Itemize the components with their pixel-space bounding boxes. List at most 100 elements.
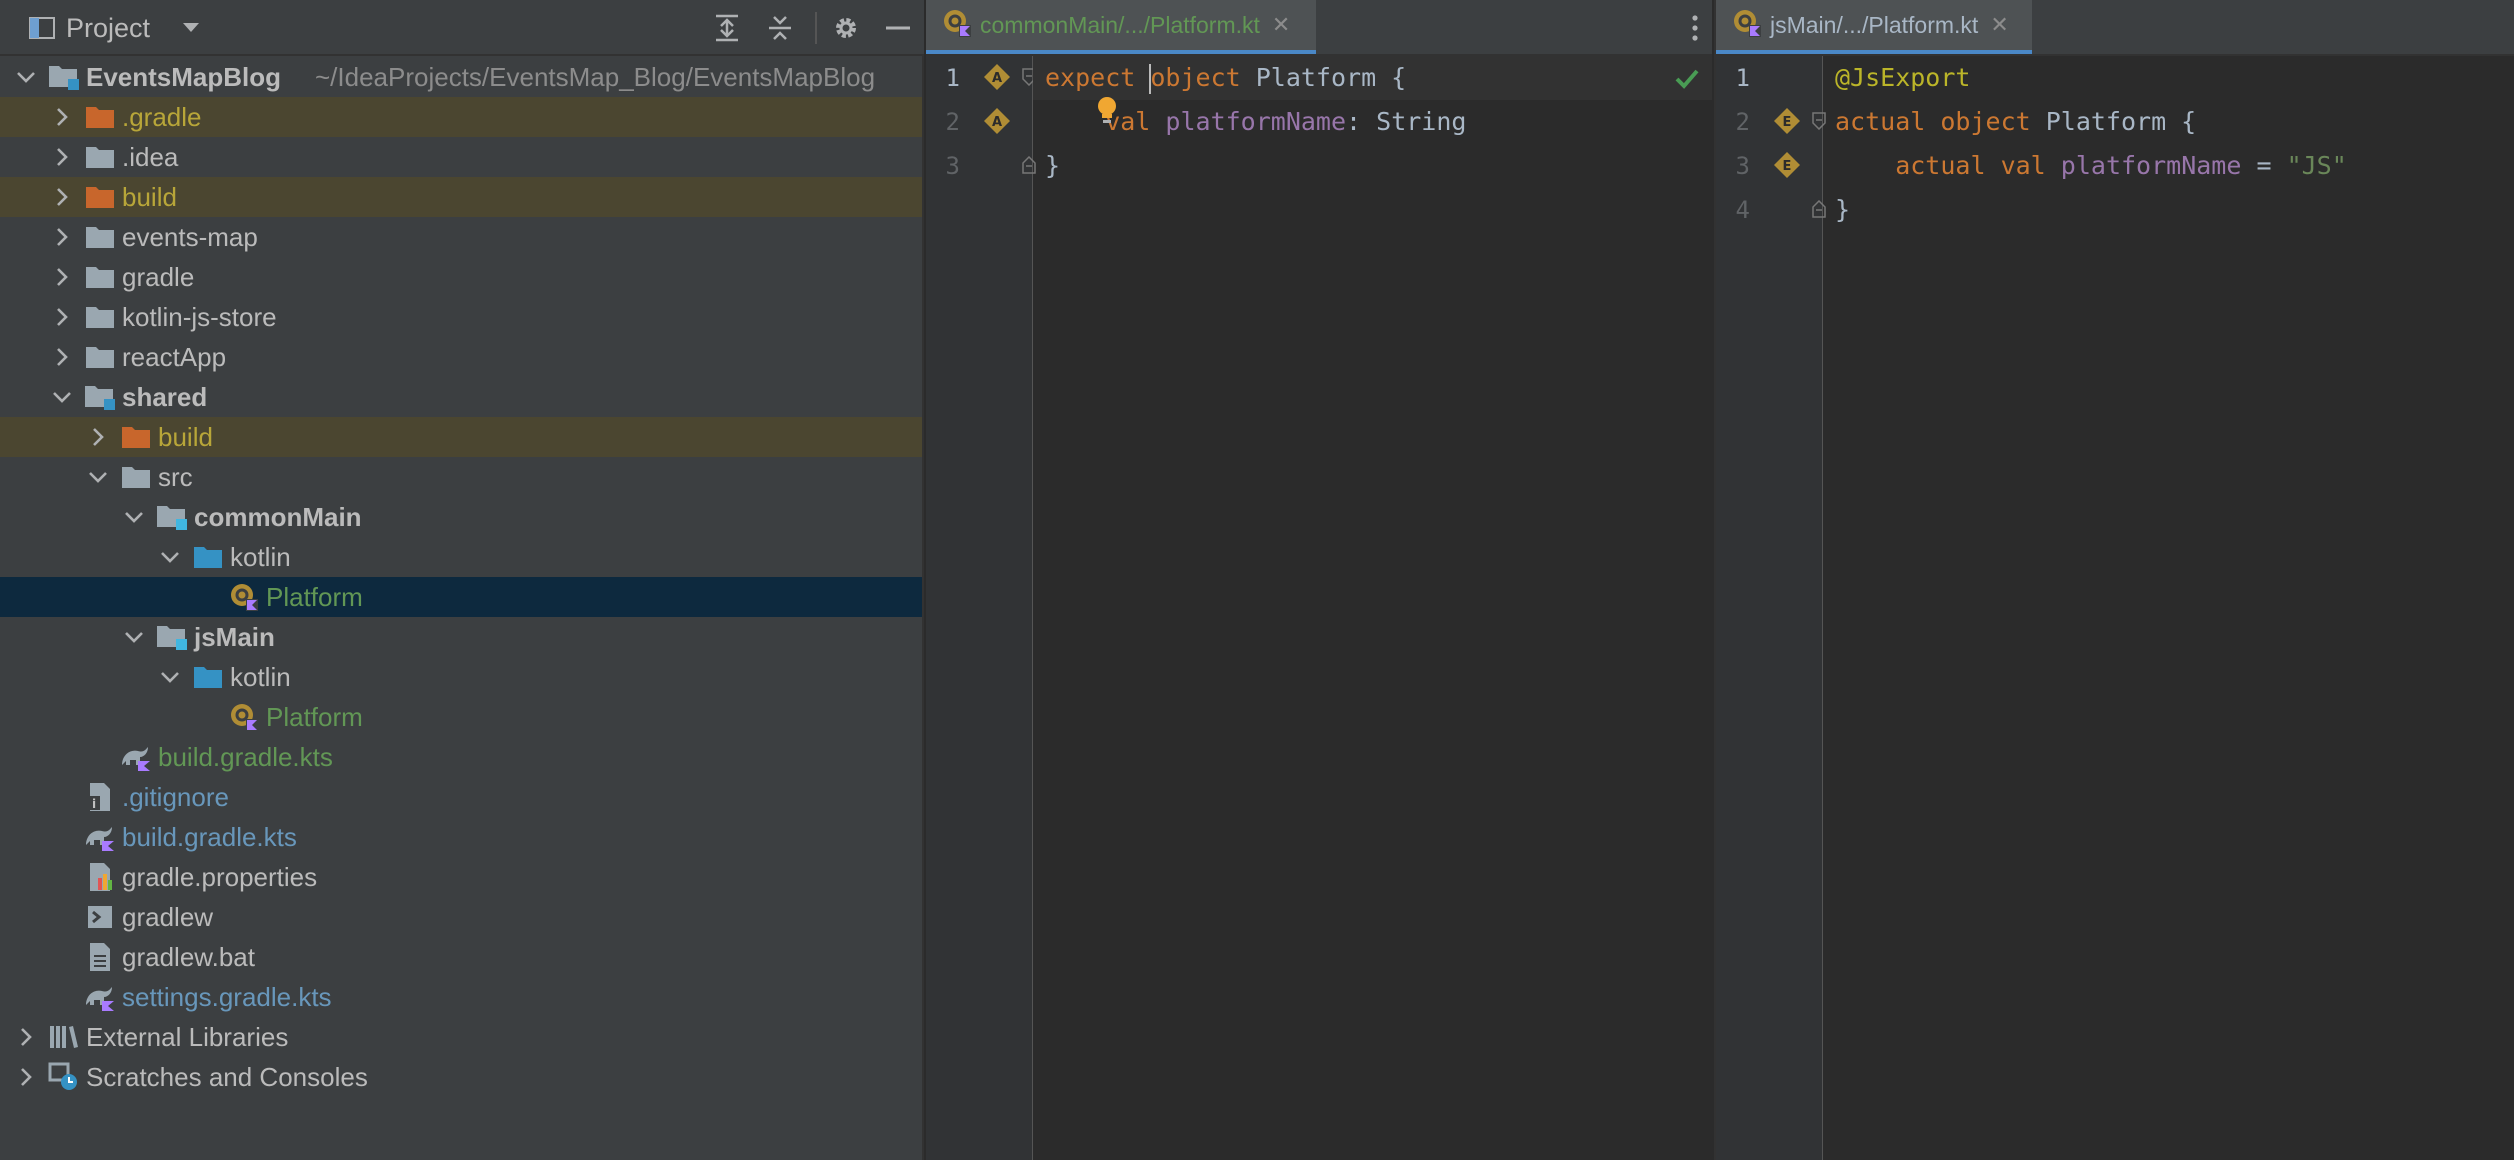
tree-node[interactable]: .idea — [0, 137, 922, 177]
tree-node-label: build — [122, 182, 177, 212]
properties-icon — [84, 861, 116, 893]
chevron-right-icon[interactable] — [52, 187, 72, 207]
project-view-icon[interactable] — [26, 12, 58, 44]
tree-node[interactable]: build — [0, 417, 922, 457]
folder-icon — [84, 221, 116, 253]
code-token: object — [1150, 63, 1256, 92]
excluded-folder-icon — [120, 421, 152, 453]
gitignore-icon: i — [84, 781, 116, 813]
code-token: Platform { — [2045, 107, 2197, 136]
code-line: @JsExport — [1835, 56, 1970, 100]
editor-js-main: jsMain/.../Platform.kt ✕ 1 2 3 4 E E @Js… — [1714, 0, 2514, 1160]
tree-node[interactable]: kotlin — [0, 657, 922, 697]
chevron-right-icon[interactable] — [88, 427, 108, 447]
tree-node[interactable]: Platform — [0, 577, 922, 617]
chevron-down-icon[interactable] — [124, 507, 144, 527]
line-number: 4 — [1735, 196, 1750, 224]
close-tab-icon[interactable]: ✕ — [1272, 12, 1290, 38]
tree-node[interactable]: gradlew — [0, 897, 922, 937]
tree-node[interactable]: EventsMapBlog ~/IdeaProjects/EventsMap_Bl… — [0, 57, 922, 97]
more-options-icon[interactable] — [1692, 14, 1698, 42]
tree-node[interactable]: gradle — [0, 257, 922, 297]
tree-node[interactable]: events-map — [0, 217, 922, 257]
chevron-down-icon[interactable] — [16, 67, 36, 87]
chevron-down-icon[interactable] — [88, 467, 108, 487]
tree-node[interactable]: gradle.properties — [0, 857, 922, 897]
tree-node[interactable]: gradlew.bat — [0, 937, 922, 977]
editor-gutter: 1 2 3 A A — [926, 56, 1036, 1160]
chevron-right-icon[interactable] — [52, 107, 72, 127]
chevron-right-icon[interactable] — [52, 347, 72, 367]
chevron-down-icon[interactable] — [160, 667, 180, 687]
chevron-right-icon[interactable] — [52, 307, 72, 327]
module-folder-icon — [84, 381, 116, 413]
tree-node[interactable]: .gradle — [0, 97, 922, 137]
line-number: 3 — [945, 152, 960, 180]
tree-node[interactable]: Scratches and Consoles — [0, 1057, 922, 1097]
line-number: 2 — [1735, 108, 1750, 136]
tree-node[interactable]: reactApp — [0, 337, 922, 377]
tab-js-platform[interactable]: jsMain/.../Platform.kt ✕ — [1716, 0, 2032, 54]
code-line: expect object Platform { — [1045, 56, 1406, 100]
tree-node[interactable]: commonMain — [0, 497, 922, 537]
collapse-all-icon[interactable] — [764, 12, 796, 44]
tree-node[interactable]: External Libraries — [0, 1017, 922, 1057]
view-dropdown-icon[interactable] — [175, 12, 207, 44]
tree-node[interactable]: src — [0, 457, 922, 497]
chevron-right-icon[interactable] — [16, 1027, 36, 1047]
project-header: Project — [0, 0, 924, 56]
tree-node-label: gradle.properties — [122, 862, 318, 892]
tree-node[interactable]: build — [0, 177, 922, 217]
code-token: } — [1835, 195, 1851, 224]
chevron-down-icon[interactable] — [52, 387, 72, 407]
chevron-down-icon[interactable] — [124, 627, 144, 647]
tree-node[interactable]: build.gradle.kts — [0, 737, 922, 777]
code-area[interactable]: expect object Platform { val platformNam… — [1033, 56, 1712, 1160]
svg-text:E: E — [1783, 115, 1792, 130]
shell-script-icon — [84, 901, 116, 933]
tab-common-platform[interactable]: commonMain/.../Platform.kt ✕ — [926, 0, 1316, 54]
tree-node[interactable]: jsMain — [0, 617, 922, 657]
has-actual-marker-icon[interactable]: A — [982, 62, 1012, 92]
tree-node[interactable]: build.gradle.kts — [0, 817, 922, 857]
source-set-folder-icon — [156, 501, 188, 533]
tree-node-label: Platform — [266, 702, 363, 732]
no-problems-check-icon[interactable] — [1674, 66, 1700, 90]
kotlin-object-icon — [228, 581, 260, 613]
expand-all-icon[interactable] — [711, 12, 743, 44]
tree-node-label: shared — [122, 382, 208, 412]
tab-label: jsMain/.../Platform.kt — [1770, 11, 1979, 38]
gear-icon[interactable] — [830, 12, 862, 44]
source-root-folder-icon — [192, 661, 224, 693]
tree-node[interactable]: i .gitignore — [0, 777, 922, 817]
tree-node-label: .gradle — [122, 102, 202, 132]
chevron-right-icon[interactable] — [52, 267, 72, 287]
hide-panel-icon[interactable] — [882, 12, 914, 44]
folder-icon — [84, 261, 116, 293]
has-expect-marker-icon[interactable]: E — [1772, 150, 1802, 180]
tree-node-label: kotlin-js-store — [122, 302, 277, 332]
excluded-folder-icon — [84, 101, 116, 133]
libraries-icon — [48, 1021, 80, 1053]
code-token: actual — [1835, 151, 2001, 180]
tree-node[interactable]: kotlin-js-store — [0, 297, 922, 337]
project-view-title[interactable]: Project — [66, 12, 150, 44]
chevron-right-icon[interactable] — [52, 147, 72, 167]
tree-node[interactable]: settings.gradle.kts — [0, 977, 922, 1017]
code-area[interactable]: @JsExport actual object Platform { actua… — [1823, 56, 2514, 1160]
has-expect-marker-icon[interactable]: E — [1772, 106, 1802, 136]
tree-node[interactable]: Platform — [0, 697, 922, 737]
chevron-down-icon[interactable] — [160, 547, 180, 567]
lightbulb-icon[interactable] — [1095, 96, 1119, 126]
chevron-right-icon[interactable] — [52, 227, 72, 247]
module-folder-icon — [48, 61, 80, 93]
tree-node-label: build.gradle.kts — [122, 822, 297, 852]
tree-node[interactable]: shared — [0, 377, 922, 417]
close-tab-icon[interactable]: ✕ — [1990, 12, 2008, 38]
has-actual-marker-icon[interactable]: A — [982, 106, 1012, 136]
tree-node[interactable]: kotlin — [0, 537, 922, 577]
chevron-right-icon[interactable] — [16, 1067, 36, 1087]
code-token: } — [1045, 151, 1061, 180]
tree-node-label: settings.gradle.kts — [122, 982, 332, 1012]
folder-icon — [84, 141, 116, 173]
